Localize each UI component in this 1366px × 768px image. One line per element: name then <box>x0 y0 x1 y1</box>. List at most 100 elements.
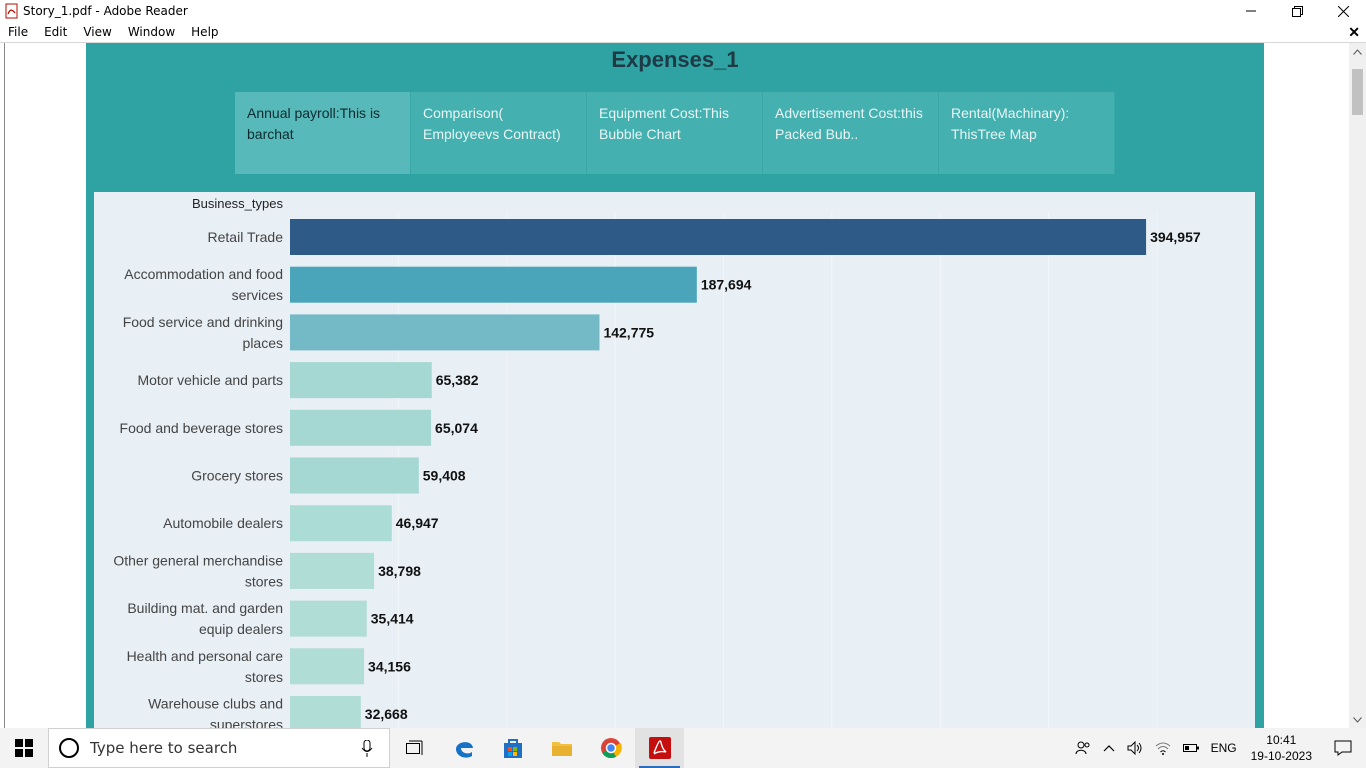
bar <box>290 362 432 399</box>
pdf-file-icon <box>4 3 20 19</box>
chrome-button[interactable] <box>586 728 635 768</box>
search-placeholder: Type here to search <box>90 739 238 757</box>
minimize-icon <box>1246 10 1256 12</box>
system-tray: ENG 10:41 19-10-2023 <box>1069 728 1366 768</box>
menu-edit[interactable]: Edit <box>36 25 75 39</box>
microphone-icon <box>361 740 373 757</box>
category-label: Food service and drinking places <box>123 314 283 351</box>
story-title: Expenses_1 <box>611 47 739 72</box>
category-label: Accommodation and food services <box>124 266 283 303</box>
bar <box>290 266 697 303</box>
bar <box>290 552 375 589</box>
edge-icon <box>455 742 473 758</box>
clock-time: 10:41 <box>1266 733 1297 747</box>
wifi-icon <box>1155 742 1170 755</box>
bar <box>290 314 600 351</box>
page-edge <box>4 43 5 728</box>
category-label: Retail Trade <box>208 229 284 245</box>
clock[interactable]: 10:41 19-10-2023 <box>1243 732 1320 764</box>
tab-rental[interactable]: Rental(Machinary): ThisTree Map <box>939 92 1115 174</box>
category-label: Food and beverage stores <box>120 420 283 436</box>
category-label: Grocery stores <box>191 468 283 484</box>
volume-button[interactable] <box>1121 728 1149 768</box>
tab-advertisement-cost[interactable]: Advertisement Cost:this Packed Bub.. <box>763 92 939 174</box>
menu-bar: File Edit View Window Help ✕ <box>0 22 1366 43</box>
title-bar: Story_1.pdf - Adobe Reader <box>0 0 1366 22</box>
taskbar: Type here to search ENG 10:41 19-10-2023 <box>0 728 1366 768</box>
axis-title: Business_types <box>192 196 284 211</box>
category-label: Other general merchandise stores <box>113 552 283 589</box>
task-view-button[interactable] <box>390 728 439 768</box>
network-button[interactable] <box>1149 728 1177 768</box>
tab-equipment-cost[interactable]: Equipment Cost:This Bubble Chart <box>587 92 763 174</box>
task-view-icon <box>405 740 422 755</box>
scroll-down-arrow-icon[interactable] <box>1349 711 1366 728</box>
language-indicator[interactable]: ENG <box>1205 728 1243 768</box>
data-label: 394,957 <box>1150 229 1201 245</box>
bar <box>290 409 432 446</box>
menu-file[interactable]: File <box>0 25 36 39</box>
file-explorer-button[interactable] <box>537 728 586 768</box>
data-label: 59,408 <box>423 468 466 484</box>
tab-comparison[interactable]: Comparison( Employeevs Contract) <box>411 92 587 174</box>
window-title: Story_1.pdf - Adobe Reader <box>23 4 188 18</box>
edge-browser-button[interactable] <box>439 728 488 768</box>
menu-window[interactable]: Window <box>120 25 183 39</box>
bar <box>290 457 419 494</box>
chrome-icon <box>600 738 622 759</box>
story-frame: Expenses_1 Annual payroll:This is barcha… <box>86 43 1264 728</box>
data-label: 46,947 <box>396 515 439 531</box>
data-label: 65,382 <box>436 372 479 388</box>
data-label: 35,414 <box>371 611 414 627</box>
chart-panel: Business_types Retail Trade 394,957 Accommo… <box>94 192 1255 728</box>
bar-chart: Business_types Retail Trade 394,957 Accommo… <box>113 196 1201 729</box>
notifications-button[interactable] <box>1320 728 1366 768</box>
close-document-icon[interactable]: ✕ <box>1348 24 1360 41</box>
folder-icon <box>551 742 572 756</box>
bar <box>290 648 365 685</box>
adobe-reader-icon <box>648 737 671 759</box>
category-label: Health and personal care stores <box>127 648 284 685</box>
category-label: Automobile dealers <box>163 515 283 531</box>
show-hidden-icons-button[interactable] <box>1097 728 1121 768</box>
battery-button[interactable] <box>1177 728 1205 768</box>
people-button[interactable] <box>1069 728 1097 768</box>
notification-icon <box>1334 740 1352 756</box>
document-view: Expenses_1 Annual payroll:This is barcha… <box>0 43 1349 728</box>
story-tabs: Annual payroll:This is barchat Compariso… <box>235 92 1115 174</box>
data-label: 142,775 <box>603 324 654 340</box>
adobe-reader-button[interactable] <box>635 728 684 768</box>
menu-help[interactable]: Help <box>183 25 226 39</box>
category-label: Warehouse clubs and superstores <box>148 696 283 729</box>
data-label: 32,668 <box>365 706 408 722</box>
close-window-button[interactable] <box>1320 0 1366 22</box>
start-button[interactable] <box>0 728 48 768</box>
chevron-up-icon <box>1103 745 1115 752</box>
battery-icon <box>1182 744 1199 752</box>
menu-view[interactable]: View <box>75 25 119 39</box>
store-button[interactable] <box>488 728 537 768</box>
data-label: 65,074 <box>435 420 478 436</box>
minimize-button[interactable] <box>1228 0 1274 22</box>
category-label: Building mat. and garden equip dealers <box>127 600 283 637</box>
bar <box>290 219 1147 255</box>
people-icon <box>1075 741 1090 755</box>
scrollbar-thumb[interactable] <box>1352 69 1363 115</box>
bar <box>290 696 361 728</box>
data-label: 187,694 <box>701 277 752 293</box>
scroll-up-arrow-icon[interactable] <box>1349 43 1366 60</box>
bar <box>290 600 367 637</box>
store-bag-icon <box>503 739 522 758</box>
restore-icon <box>1291 5 1303 17</box>
category-label: Motor vehicle and parts <box>137 372 283 388</box>
vertical-scrollbar[interactable] <box>1349 43 1366 728</box>
restore-button[interactable] <box>1274 0 1320 22</box>
bar <box>290 505 392 542</box>
taskbar-search-box[interactable]: Type here to search <box>48 728 390 768</box>
close-icon <box>1337 5 1349 17</box>
search-icon <box>59 738 79 758</box>
data-label: 34,156 <box>368 658 411 674</box>
speaker-icon <box>1127 741 1142 755</box>
tab-annual-payroll[interactable]: Annual payroll:This is barchat <box>235 92 411 174</box>
data-label: 38,798 <box>378 563 421 579</box>
